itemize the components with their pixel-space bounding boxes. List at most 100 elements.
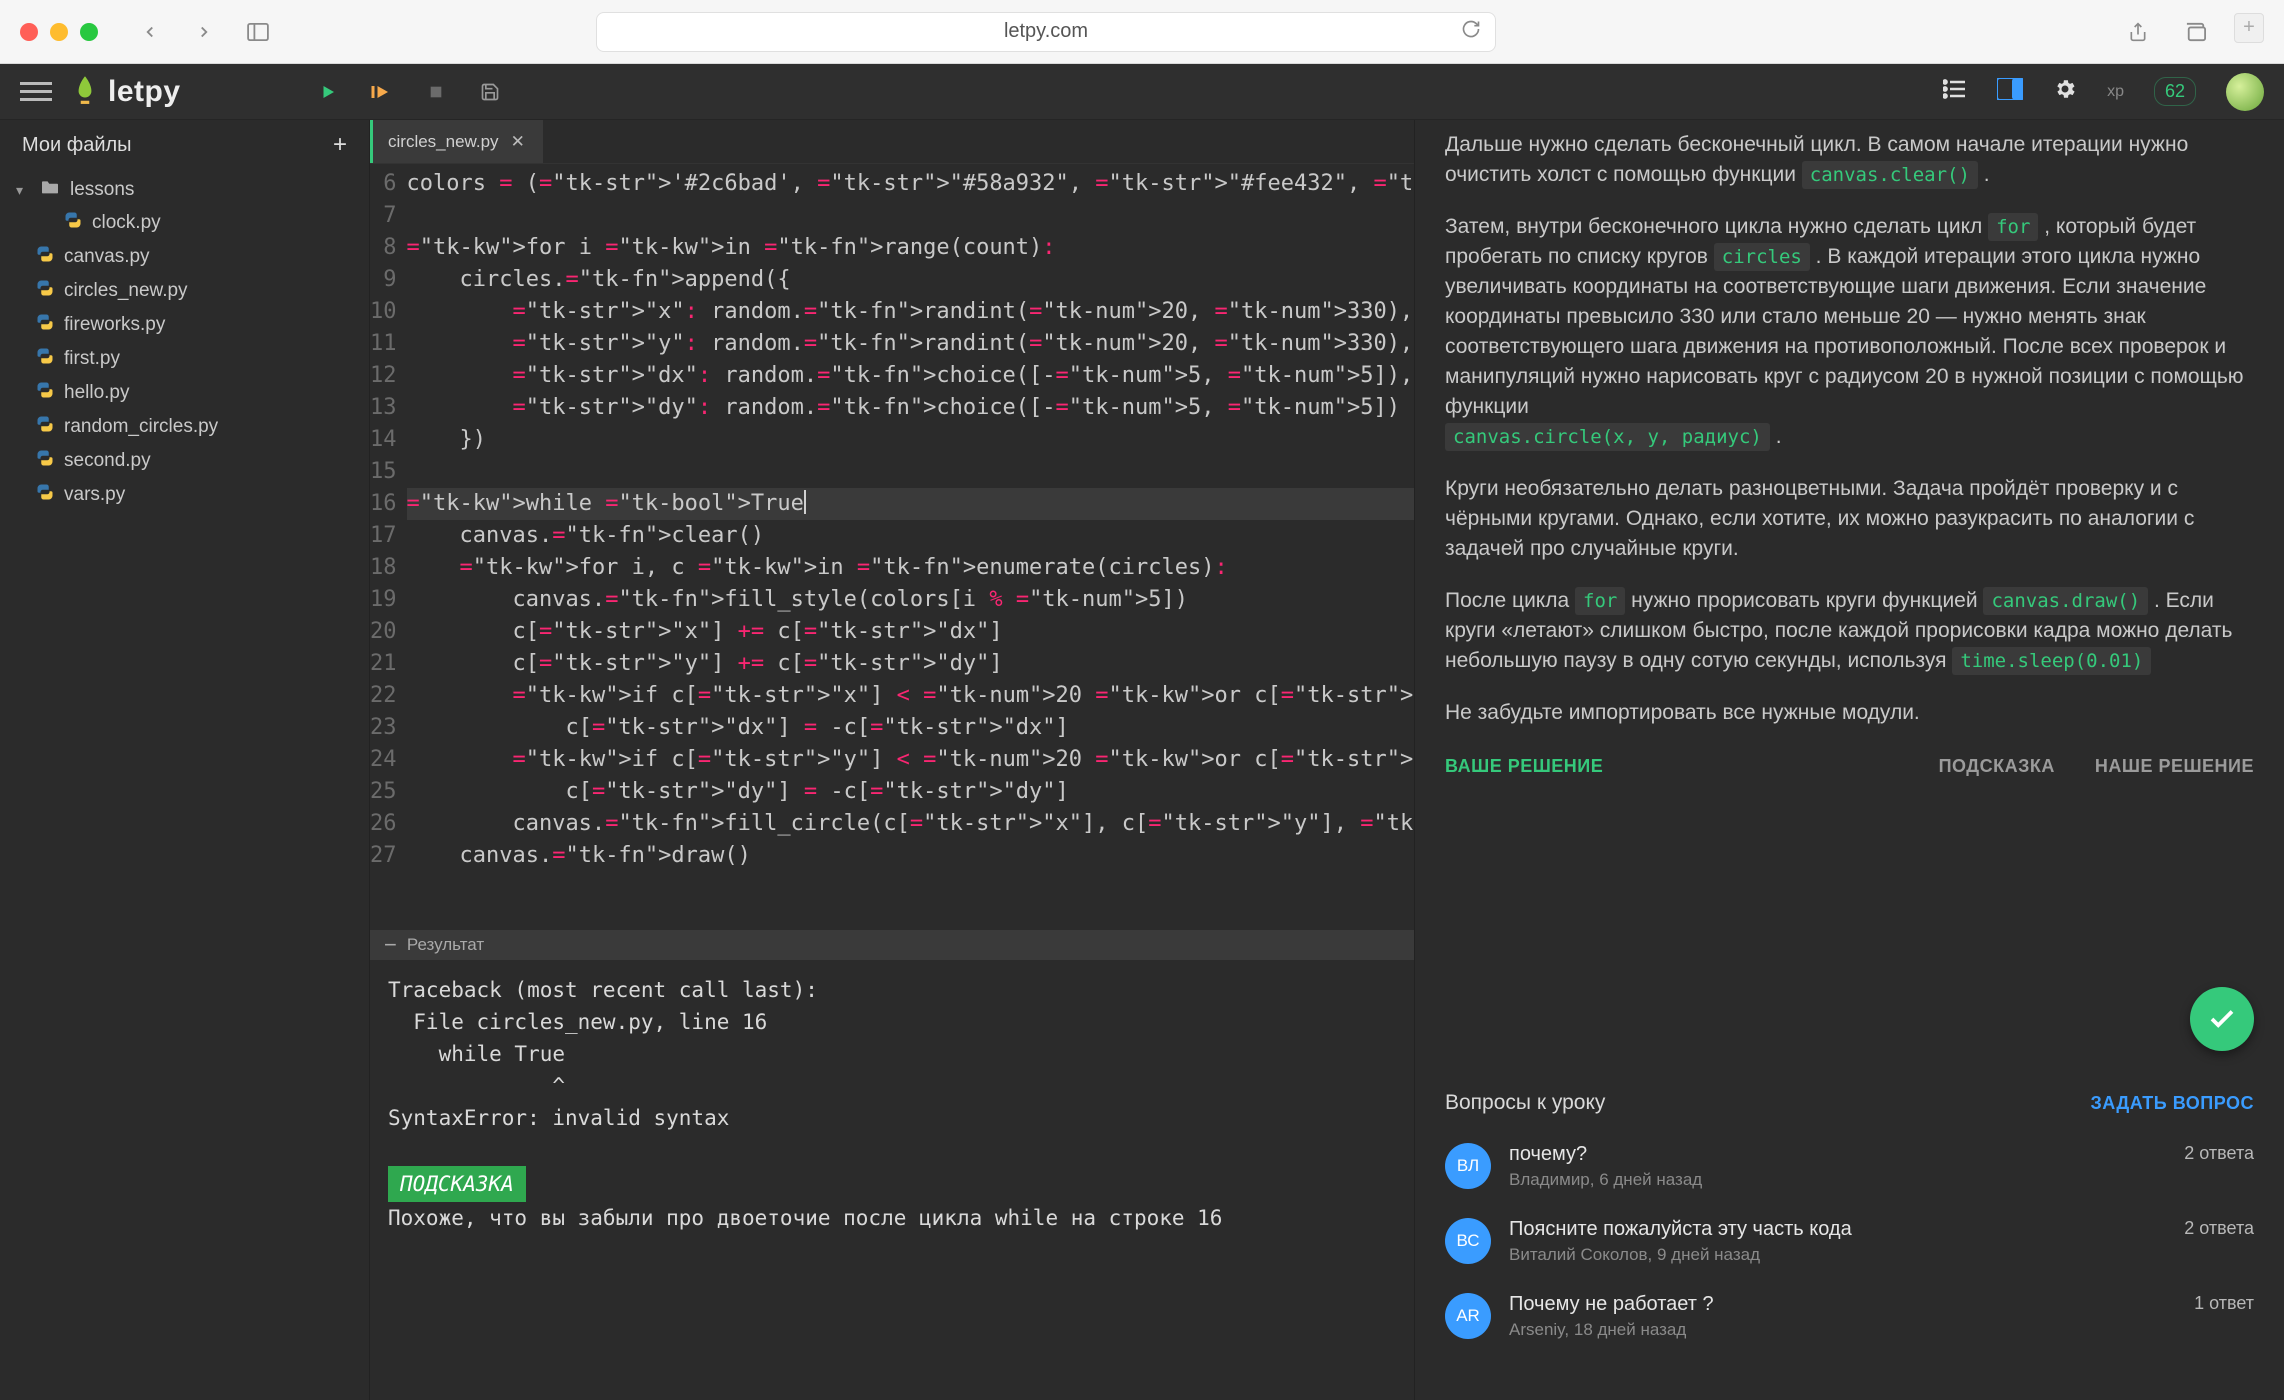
result-header[interactable]: − Результат [370,930,1414,960]
folder-row[interactable]: ▾ lessons [8,174,361,206]
file-row[interactable]: random_circles.py [8,410,361,444]
inline-code: for [1575,587,1625,615]
qa-meta: Владимир, 6 дней назад [1509,1170,1702,1190]
qa-meta: Виталий Соколов, 9 дней назад [1509,1245,1852,1265]
qa-avatar: ВС [1445,1218,1491,1264]
lesson-panel: Дальше нужно сделать бесконечный цикл. В… [1414,120,2284,1400]
tab-title: circles_new.py [388,132,499,152]
file-name: fireworks.py [64,314,165,336]
inline-code: for [1988,213,2038,241]
hint-text: Похоже, что вы забыли про двоеточие посл… [388,1206,1222,1230]
python-file-icon [36,381,54,405]
step-button[interactable] [369,79,395,105]
list-icon[interactable] [1943,79,1967,104]
collapse-icon[interactable]: − [384,939,397,951]
browser-chrome: letpy.com + [0,0,2284,64]
file-row[interactable]: fireworks.py [8,308,361,342]
inline-code: canvas.circle(x, y, радиус) [1445,423,1770,451]
folder-icon [40,179,60,201]
file-name: hello.py [64,382,130,404]
zoom-window-icon[interactable] [80,23,98,41]
python-file-icon [36,245,54,269]
menu-button[interactable] [20,82,52,101]
share-icon[interactable] [2118,13,2158,51]
hint-badge: ПОДСКАЗКА [388,1166,526,1202]
brand[interactable]: letpy [72,73,181,110]
editor-tabs: circles_new.py ✕ [370,120,1414,164]
reload-icon[interactable] [1461,19,1481,45]
code-area[interactable]: colors = (="tk-str">'#2c6bad', ="tk-str"… [407,164,1415,930]
new-tab-button[interactable]: + [2234,13,2264,43]
qa-avatar: AR [1445,1293,1491,1339]
file-row[interactable]: circles_new.py [8,274,361,308]
address-bar[interactable]: letpy.com [596,12,1496,52]
ask-question-button[interactable]: ЗАДАТЬ ВОПРОС [2090,1093,2254,1114]
qa-list: ВЛпочему?Владимир, 6 дней назад2 ответаВ… [1415,1129,2284,1354]
url-text: letpy.com [1004,20,1088,43]
submit-fab[interactable] [2190,987,2254,1051]
inline-code: canvas.draw() [1983,587,2148,615]
topbar: letpy xp 62 [0,64,2284,120]
nav-back-button[interactable] [130,13,170,51]
logo-icon [72,73,98,110]
file-row[interactable]: canvas.py [8,240,361,274]
close-tab-icon[interactable]: ✕ [511,132,525,152]
file-row[interactable]: hello.py [8,376,361,410]
qa-title: Почему не работает ? [1509,1293,1714,1316]
xp-badge[interactable]: 62 [2154,77,2196,106]
python-file-icon [36,347,54,371]
file-name: second.py [64,450,151,472]
editor-tab[interactable]: circles_new.py ✕ [370,120,543,163]
nav-forward-button[interactable] [184,13,224,51]
save-button[interactable] [477,79,503,105]
window-traffic-lights [20,23,98,41]
folder-name: lessons [70,179,134,201]
tab-hint[interactable]: ПОДСКАЗКА [1939,756,2055,777]
code-editor[interactable]: 6789101112131415161718192021222324252627… [370,164,1414,930]
chevron-down-icon: ▾ [16,182,30,199]
tabs-icon[interactable] [2176,13,2216,51]
python-file-icon [36,415,54,439]
tab-our-solution[interactable]: НАШЕ РЕШЕНИЕ [2095,756,2254,777]
tab-your-solution[interactable]: ВАШЕ РЕШЕНИЕ [1445,756,1603,777]
file-row[interactable]: vars.py [8,478,361,512]
file-name: clock.py [92,212,161,234]
sidebar-toggle-icon[interactable] [238,13,278,51]
file-row[interactable]: clock.py [8,206,361,240]
minimize-window-icon[interactable] [50,23,68,41]
result-label: Результат [407,935,484,955]
qa-title: Поясните пожалуйста эту часть кода [1509,1218,1852,1241]
python-file-icon [64,211,82,235]
lesson-paragraph: Затем, внутри бесконечного цикла нужно с… [1445,212,2254,452]
file-name: vars.py [64,484,125,506]
settings-icon[interactable] [2053,77,2077,106]
inline-code: canvas.clear() [1802,161,1978,189]
xp-label: xp [2107,83,2124,101]
qa-item[interactable]: ВС Поясните пожалуйста эту часть кода Вита… [1445,1204,2254,1279]
file-tree: ▾ lessons clock.py canvas.py circles_new.… [0,170,369,516]
python-file-icon [36,313,54,337]
run-button[interactable] [315,79,341,105]
avatar[interactable] [2226,73,2264,111]
inline-code: circles [1714,243,1810,271]
file-name: circles_new.py [64,280,188,302]
qa-item[interactable]: ВЛпочему?Владимир, 6 дней назад2 ответа [1445,1129,2254,1204]
sidebar-title: Мои файлы [22,134,132,157]
brand-text: letpy [108,75,181,109]
lesson-paragraph: После цикла for нужно прорисовать круги … [1445,586,2254,676]
app-window: letpy xp 62 Мои файлы + ▾ [0,64,2284,1400]
python-file-icon [36,449,54,473]
qa-title: почему? [1509,1143,1702,1166]
file-row[interactable]: second.py [8,444,361,478]
qa-meta: Arseniy, 18 дней назад [1509,1320,1714,1340]
console-output: Traceback (most recent call last): File … [370,960,1414,1400]
line-gutter: 6789101112131415161718192021222324252627 [370,164,407,930]
new-file-button[interactable]: + [333,131,347,159]
stop-button[interactable] [423,79,449,105]
qa-item[interactable]: AR Почему не работает ? Arseniy, 18 дней н… [1445,1279,2254,1354]
python-file-icon [36,279,54,303]
qa-answer-count: 1 ответ [2194,1293,2254,1314]
file-row[interactable]: first.py [8,342,361,376]
close-window-icon[interactable] [20,23,38,41]
panel-icon[interactable] [1997,78,2023,105]
